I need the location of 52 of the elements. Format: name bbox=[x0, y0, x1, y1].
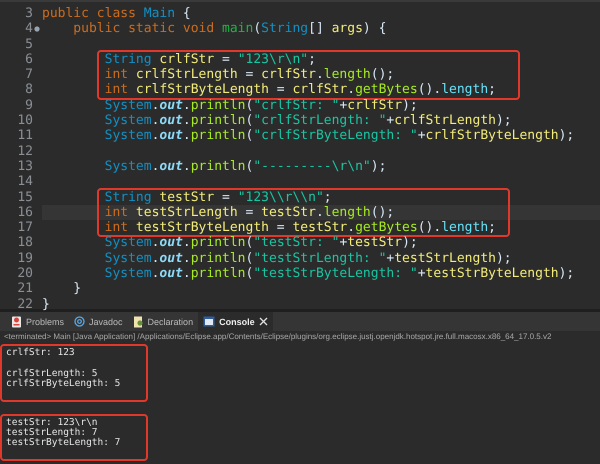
warning-list-icon bbox=[11, 316, 22, 328]
code-line: System.out.println("testStrLength: "+testStrLength); bbox=[104, 250, 512, 266]
code-line: int testStrByteLength = testStr.getBytes().length; bbox=[104, 220, 496, 236]
line-number: 8 bbox=[24, 82, 33, 98]
console-line: testStr: 123\r\n bbox=[6, 418, 99, 428]
code-line: } bbox=[42, 296, 50, 312]
line-number: 14 bbox=[16, 174, 33, 190]
code-line: int crlfStrLength = crlfStr.length(); bbox=[104, 67, 394, 82]
line-number: 3 bbox=[24, 6, 33, 22]
line-number: 7 bbox=[24, 67, 33, 82]
monitor-icon bbox=[203, 316, 216, 327]
line-number: 20 bbox=[16, 266, 33, 282]
panel-tab[interactable]: Javadoc bbox=[69, 312, 128, 331]
code-line: String crlfStr = "123\r\n"; bbox=[104, 52, 316, 68]
code-line: } bbox=[72, 281, 82, 297]
code-line: System.out.println("testStr: "+testStr); bbox=[104, 235, 418, 251]
code-line: System.out.println("crlfStr: "+crlfStr); bbox=[104, 98, 418, 114]
line-number: 16 bbox=[16, 204, 33, 220]
line-number: 5 bbox=[24, 36, 33, 52]
code-line: String testStr = "123\\r\\n"; bbox=[104, 190, 332, 205]
line-number: 6 bbox=[24, 52, 33, 68]
line-number: 13 bbox=[16, 158, 33, 174]
line-number: 9 bbox=[24, 98, 33, 114]
code-line: System.out.println("crlfStrByteLength: "+crlfStrByteLength); bbox=[104, 128, 574, 144]
line-number: 11 bbox=[16, 128, 33, 144]
line-number: 12 bbox=[16, 144, 33, 159]
code-line: System.out.println("---------\r\n"); bbox=[104, 158, 386, 174]
line-number: 18 bbox=[16, 235, 33, 251]
line-number: 22 bbox=[16, 296, 33, 312]
code-line: public static void main(String[] args) { bbox=[72, 21, 386, 37]
fold-icon[interactable] bbox=[34, 26, 40, 32]
console-line: crlfStrByteLength: 5 bbox=[6, 379, 120, 390]
console-line: testStrByteLength: 7 bbox=[6, 438, 120, 449]
code-line: public class Main { bbox=[42, 6, 191, 22]
panel-tab[interactable]: Declaration bbox=[128, 312, 198, 331]
console-line: crlfStrLength: 5 bbox=[6, 368, 98, 379]
close-icon[interactable] bbox=[258, 317, 268, 326]
line-number: 19 bbox=[16, 250, 33, 266]
console-line: testStrLength: 7 bbox=[6, 428, 98, 438]
panel-tab[interactable]: Console bbox=[198, 312, 273, 331]
line-number: 21 bbox=[16, 281, 33, 297]
panel-tab[interactable]: Problems bbox=[6, 312, 70, 331]
code-line: System.out.println("testStrByteLength: "+testStrByteLength); bbox=[104, 266, 574, 282]
code-line: System.out.println("crlfStrLength: "+crlfStrLength); bbox=[104, 113, 512, 128]
line-number: 4 bbox=[24, 21, 33, 37]
line-number: 10 bbox=[16, 113, 33, 128]
process-status: <terminated> Main [Java Application] /Applications/Eclipse.app/Contents/Eclipse/plugins/org.eclipse.justj.openjdk.hotspot.jre.full.macosx.x86_64_17.0.5.v2 bbox=[3, 331, 552, 342]
console-line: crlfStr: 123 bbox=[6, 348, 76, 358]
line-number: 17 bbox=[16, 220, 33, 236]
code-line: int crlfStrByteLength = crlfStr.getBytes().length; bbox=[104, 82, 496, 98]
line-number: 15 bbox=[16, 190, 33, 205]
document-icon bbox=[132, 316, 144, 328]
